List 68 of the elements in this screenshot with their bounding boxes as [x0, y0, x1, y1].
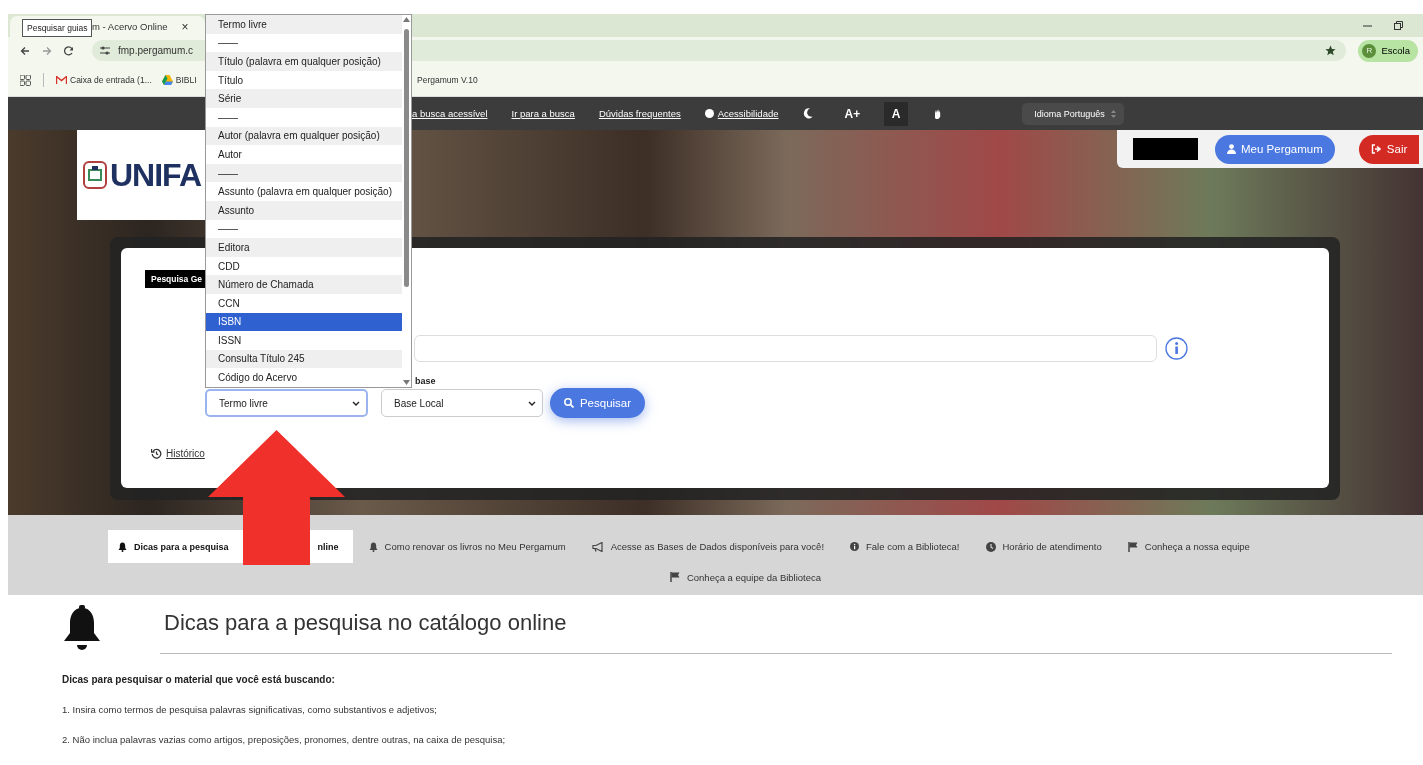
- logo-text: UNIFA: [110, 156, 201, 194]
- scrollbar[interactable]: [402, 15, 411, 387]
- nav-link[interactable]: Acessibilidade: [704, 108, 779, 119]
- restore-icon[interactable]: [1394, 21, 1403, 30]
- search-button[interactable]: Pesquisar: [550, 388, 645, 418]
- scroll-down-icon[interactable]: [403, 380, 410, 385]
- page-tab[interactable]: Conheça a equipe da Biblioteca: [659, 563, 832, 591]
- site-settings-icon[interactable]: [100, 46, 110, 55]
- page-tab[interactable]: Conheça a nossa equipe: [1117, 530, 1260, 563]
- section-heading: Dicas para a pesquisa no catálogo online: [160, 605, 1392, 654]
- flag-icon: [1127, 541, 1138, 552]
- page-tab[interactable]: Fale com a Biblioteca!: [840, 530, 970, 563]
- profile-button[interactable]: R Escola: [1358, 39, 1418, 62]
- search-field[interactable]: [414, 335, 1157, 362]
- account-button[interactable]: Meu Pergamum: [1215, 134, 1335, 164]
- dropdown-option[interactable]: Série: [206, 89, 402, 108]
- megaphone-icon: [591, 541, 604, 552]
- page-tab[interactable]: Horário de atendimento: [975, 530, 1112, 563]
- reload-icon[interactable]: [64, 45, 74, 56]
- base-select[interactable]: Base Local: [381, 389, 543, 417]
- moon-icon: [803, 108, 814, 119]
- logout-icon: [1370, 144, 1382, 154]
- field-label: base: [415, 376, 437, 388]
- chevron-icon: [528, 400, 536, 406]
- history-link[interactable]: Histórico: [166, 448, 205, 459]
- back-arrow-icon[interactable]: [20, 45, 30, 56]
- apps-grid-icon[interactable]: [20, 74, 31, 86]
- tip-text: 2. Não inclua palavras vazias como artigos, preposições, pronomes, dentre outras, na caixa de pesquisa;: [62, 734, 507, 745]
- flag-icon: [669, 572, 680, 582]
- redacted-block: [1133, 138, 1198, 160]
- page-tab[interactable]: Como renovar os livros no Meu Pergamum: [358, 530, 576, 563]
- history-icon: [151, 448, 162, 459]
- url-text: fmp.pergamum.c: [118, 45, 194, 56]
- tooltip: Pesquisar guias: [22, 19, 93, 37]
- logo-emblem-icon: [83, 160, 107, 190]
- dropdown-option[interactable]: Editora: [206, 238, 402, 257]
- mail-icon: [56, 76, 67, 84]
- dropdown-option[interactable]: Título (palavra em qualquer posição): [206, 52, 402, 71]
- search-icon: [563, 398, 574, 408]
- font-size-button[interactable]: A: [884, 101, 909, 126]
- dropdown-option[interactable]: Número de Chamada: [206, 275, 402, 294]
- tip-text: 1. Insira como termos de pesquisa palavras significativas, como substantivos e adjetivos;: [62, 704, 438, 715]
- star-icon[interactable]: [1325, 45, 1337, 56]
- scroll-up-icon[interactable]: [403, 17, 410, 22]
- clock-icon: [985, 541, 996, 552]
- bookmark[interactable]: BIBLI: [161, 75, 197, 85]
- font-size-button[interactable]: A+: [838, 101, 867, 126]
- nav-link[interactable]: Ir para a busca: [511, 108, 575, 119]
- language-select[interactable]: Idioma Português: [1022, 102, 1124, 125]
- bell-icon: [368, 541, 378, 552]
- tab-close-button[interactable]: ×: [181, 19, 189, 34]
- bell-icon: [62, 605, 102, 651]
- bookmark[interactable]: Pergamum V.10: [417, 75, 478, 85]
- nav-link[interactable]: a busca acessível: [412, 108, 488, 119]
- bell-icon: [118, 541, 127, 552]
- nav-link[interactable]: Dúvidas frequentes: [598, 108, 681, 119]
- sort-caret-icon: [1110, 109, 1116, 118]
- chevron-icon: [352, 400, 360, 406]
- search-field-select[interactable]: Termo livre: [205, 389, 368, 417]
- intro-text: Dicas para pesquisar o material que você está buscando:: [62, 674, 336, 685]
- page-tab[interactable]: Acesse as Bases de Dados disponíveis para você!: [581, 530, 835, 563]
- bookmark[interactable]: Caixa de entrada (1...: [56, 75, 152, 85]
- triangle-icon: [161, 75, 173, 85]
- logout-button[interactable]: Sair: [1358, 134, 1420, 164]
- user-icon: [1227, 144, 1236, 154]
- profile-avatar: R: [1362, 43, 1377, 58]
- dropdown-option[interactable]: Termo livre: [206, 15, 402, 34]
- tab-title: m - Acervo Online: [92, 21, 168, 32]
